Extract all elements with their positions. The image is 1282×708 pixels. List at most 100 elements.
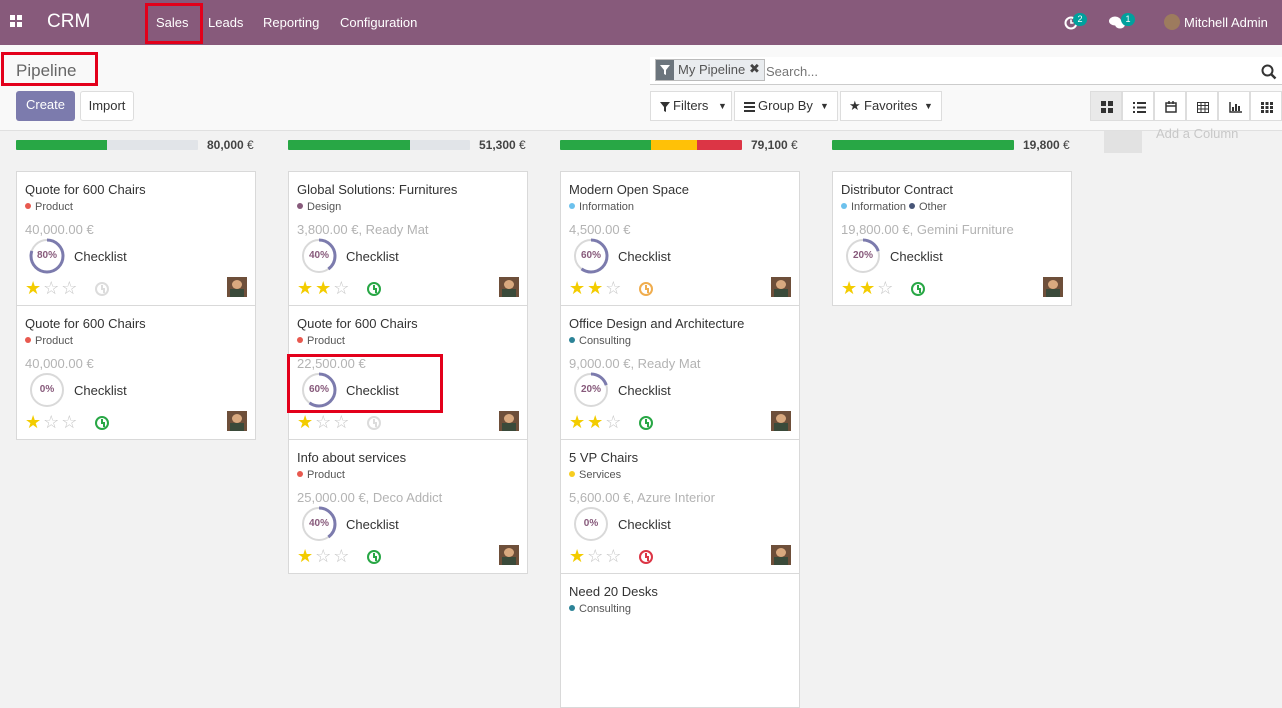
checklist-progress-ring: 20%: [845, 238, 881, 274]
checklist-label[interactable]: Checklist: [618, 249, 671, 264]
search-icon[interactable]: [1261, 64, 1277, 80]
checklist-label[interactable]: Checklist: [618, 517, 671, 532]
priority-stars[interactable]: ★☆☆: [569, 547, 623, 565]
priority-stars[interactable]: ★☆☆: [297, 547, 351, 565]
star-icon[interactable]: ☆: [587, 546, 605, 566]
priority-stars[interactable]: ★★☆: [569, 279, 623, 297]
star-icon[interactable]: ☆: [315, 412, 333, 432]
user-avatar[interactable]: [1164, 14, 1180, 30]
priority-stars[interactable]: ★☆☆: [297, 413, 351, 431]
star-icon[interactable]: ☆: [61, 412, 79, 432]
progress-segment[interactable]: [696, 140, 742, 150]
activity-clock-icon[interactable]: [367, 416, 381, 430]
activity-clock-icon[interactable]: [95, 416, 109, 430]
star-icon[interactable]: ★: [315, 278, 333, 298]
activity-clock-icon[interactable]: [95, 282, 109, 296]
progress-segment[interactable]: [832, 140, 1014, 150]
progress-segment[interactable]: [560, 140, 651, 150]
star-icon[interactable]: ★: [297, 546, 315, 566]
star-icon[interactable]: ★: [297, 412, 315, 432]
kanban-view-button[interactable]: [1090, 91, 1122, 121]
star-icon[interactable]: ★: [841, 278, 859, 298]
menu-leads[interactable]: Leads: [208, 0, 243, 45]
activity-clock-icon[interactable]: [639, 550, 653, 564]
kanban-card[interactable]: 5 VP Chairs Services 5,600.00 €, Azure Int…: [560, 439, 800, 574]
star-icon[interactable]: ★: [859, 278, 877, 298]
column-progress-bar[interactable]: [560, 140, 742, 150]
kanban-card[interactable]: Info about services Product 25,000.00 €, D…: [288, 439, 528, 574]
graph-view-button[interactable]: [1218, 91, 1250, 121]
activity-menu[interactable]: 2: [1062, 0, 1088, 45]
checklist-label[interactable]: Checklist: [74, 249, 127, 264]
progress-segment[interactable]: [16, 140, 107, 150]
user-menu[interactable]: Mitchell Admin: [1184, 0, 1268, 45]
activity-clock-icon[interactable]: [639, 282, 653, 296]
progress-segment[interactable]: [651, 140, 697, 150]
star-icon[interactable]: ★: [569, 278, 587, 298]
column-progress-bar[interactable]: [288, 140, 470, 150]
star-icon[interactable]: ☆: [333, 278, 351, 298]
app-brand[interactable]: CRM: [47, 11, 90, 33]
star-icon[interactable]: ☆: [877, 278, 895, 298]
activity-view-button[interactable]: [1250, 91, 1282, 121]
card-title: Quote for 600 Chairs: [25, 182, 146, 197]
checklist-label[interactable]: Checklist: [74, 383, 127, 398]
star-icon[interactable]: ★: [569, 546, 587, 566]
checklist-label[interactable]: Checklist: [618, 383, 671, 398]
star-icon[interactable]: ☆: [605, 546, 623, 566]
facet-remove-icon[interactable]: ✖: [749, 61, 760, 77]
star-icon[interactable]: ★: [297, 278, 315, 298]
kanban-card[interactable]: Quote for 600 Chairs Product 40,000.00 € 80…: [16, 171, 256, 306]
priority-stars[interactable]: ★☆☆: [25, 413, 79, 431]
star-icon[interactable]: ☆: [333, 412, 351, 432]
priority-stars[interactable]: ★☆☆: [25, 279, 79, 297]
list-view-button[interactable]: [1122, 91, 1154, 121]
search-bar: My Pipeline ✖: [650, 57, 1282, 85]
priority-stars[interactable]: ★★☆: [297, 279, 351, 297]
checklist-label[interactable]: Checklist: [346, 249, 399, 264]
priority-stars[interactable]: ★★☆: [841, 279, 895, 297]
calendar-view-button[interactable]: [1154, 91, 1186, 121]
checklist-label[interactable]: Checklist: [346, 517, 399, 532]
kanban-card[interactable]: Modern Open Space Information 4,500.00 € 60…: [560, 171, 800, 306]
priority-stars[interactable]: ★★☆: [569, 413, 623, 431]
kanban-card[interactable]: Quote for 600 Chairs Product 40,000.00 € 0%…: [16, 305, 256, 440]
menu-reporting[interactable]: Reporting: [263, 0, 319, 45]
apps-menu-icon[interactable]: [10, 15, 22, 27]
star-icon[interactable]: ★: [25, 278, 43, 298]
kanban-card[interactable]: Distributor Contract Information Other 19,8…: [832, 171, 1072, 306]
progress-segment[interactable]: [288, 140, 410, 150]
add-column-button[interactable]: [1104, 131, 1142, 153]
import-button[interactable]: Import: [80, 91, 134, 121]
kanban-card[interactable]: Global Solutions: Furnitures Design 3,800.…: [288, 171, 528, 306]
activity-clock-icon[interactable]: [911, 282, 925, 296]
messaging-menu[interactable]: 1: [1108, 0, 1138, 45]
kanban-card[interactable]: Need 20 Desks Consulting: [560, 573, 800, 708]
star-icon[interactable]: ☆: [605, 412, 623, 432]
filters-dropdown[interactable]: Filters ▼: [650, 91, 732, 121]
star-icon[interactable]: ☆: [605, 278, 623, 298]
pivot-view-button[interactable]: [1186, 91, 1218, 121]
star-icon[interactable]: ☆: [61, 278, 79, 298]
activity-clock-icon[interactable]: [639, 416, 653, 430]
column-progress-bar[interactable]: [16, 140, 198, 150]
activity-clock-icon[interactable]: [367, 282, 381, 296]
star-icon[interactable]: ☆: [43, 278, 61, 298]
star-icon[interactable]: ★: [587, 412, 605, 432]
star-icon[interactable]: ★: [25, 412, 43, 432]
star-icon[interactable]: ☆: [315, 546, 333, 566]
star-icon[interactable]: ★: [569, 412, 587, 432]
star-icon[interactable]: ★: [587, 278, 605, 298]
activity-clock-icon[interactable]: [367, 550, 381, 564]
group-by-dropdown[interactable]: Group By ▼: [734, 91, 838, 121]
search-input[interactable]: [766, 61, 1246, 81]
checklist-label[interactable]: Checklist: [890, 249, 943, 264]
kanban-card[interactable]: Office Design and Architecture Consulting…: [560, 305, 800, 440]
menu-configuration[interactable]: Configuration: [340, 0, 417, 45]
favorites-dropdown[interactable]: ★ Favorites ▼: [840, 91, 942, 121]
column-progress-bar[interactable]: [832, 140, 1014, 150]
create-button[interactable]: Create: [16, 91, 75, 121]
star-icon[interactable]: ☆: [43, 412, 61, 432]
add-column-label[interactable]: Add a Column: [1156, 126, 1238, 141]
star-icon[interactable]: ☆: [333, 546, 351, 566]
